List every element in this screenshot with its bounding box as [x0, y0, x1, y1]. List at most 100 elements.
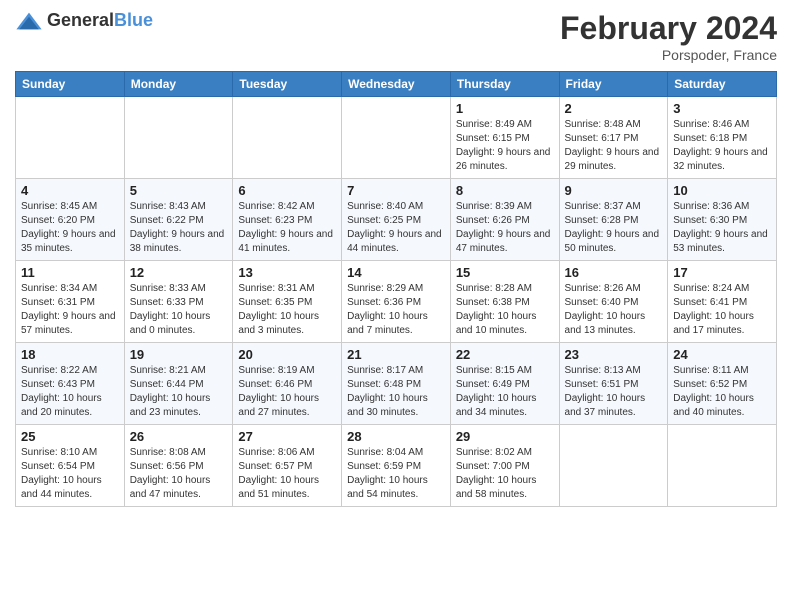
calendar-cell: 20 Sunrise: 8:19 AM Sunset: 6:46 PM Dayli…	[233, 343, 342, 425]
calendar-cell: 4 Sunrise: 8:45 AM Sunset: 6:20 PM Daylig…	[16, 179, 125, 261]
logo-text: GeneralBlue	[47, 10, 153, 31]
day-number: 27	[238, 429, 336, 444]
logo: GeneralBlue	[15, 10, 153, 31]
day-info: Sunrise: 8:36 AM Sunset: 6:30 PM Dayligh…	[673, 200, 771, 256]
calendar-cell: 6 Sunrise: 8:42 AM Sunset: 6:23 PM Daylig…	[233, 179, 342, 261]
day-number: 18	[21, 347, 119, 362]
day-number: 14	[347, 265, 445, 280]
day-info: Sunrise: 8:04 AM Sunset: 6:59 PM Dayligh…	[347, 446, 445, 502]
day-info: Sunrise: 8:48 AM Sunset: 6:17 PM Dayligh…	[565, 118, 663, 174]
day-number: 6	[238, 183, 336, 198]
header-day-friday: Friday	[559, 72, 668, 97]
day-info: Sunrise: 8:19 AM Sunset: 6:46 PM Dayligh…	[238, 364, 336, 420]
calendar-cell: 25 Sunrise: 8:10 AM Sunset: 6:54 PM Dayli…	[16, 425, 125, 507]
header: GeneralBlue February 2024 Porspoder, Fra…	[15, 10, 777, 63]
day-info: Sunrise: 8:33 AM Sunset: 6:33 PM Dayligh…	[130, 282, 228, 338]
calendar-cell: 13Sunrise: 8:31 AM Sunset: 6:35 PM Dayli…	[233, 261, 342, 343]
logo-icon	[15, 11, 43, 31]
day-info: Sunrise: 8:13 AM Sunset: 6:51 PM Dayligh…	[565, 364, 663, 420]
calendar-table: SundayMondayTuesdayWednesdayThursdayFrid…	[15, 71, 777, 507]
calendar-cell: 12Sunrise: 8:33 AM Sunset: 6:33 PM Dayli…	[124, 261, 233, 343]
day-number: 11	[21, 265, 119, 280]
day-number: 16	[565, 265, 663, 280]
day-info: Sunrise: 8:10 AM Sunset: 6:54 PM Dayligh…	[21, 446, 119, 502]
calendar-cell: 16 Sunrise: 8:26 AM Sunset: 6:40 PM Dayli…	[559, 261, 668, 343]
calendar-subtitle: Porspoder, France	[560, 47, 777, 63]
calendar-header: SundayMondayTuesdayWednesdayThursdayFrid…	[16, 72, 777, 97]
calendar-cell: 9 Sunrise: 8:37 AM Sunset: 6:28 PM Daylig…	[559, 179, 668, 261]
calendar-cell: 21 Sunrise: 8:17 AM Sunset: 6:48 PM Dayli…	[342, 343, 451, 425]
day-number: 8	[456, 183, 554, 198]
calendar-cell: 29 Sunrise: 8:02 AM Sunset: 7:00 PM Dayli…	[450, 425, 559, 507]
calendar-cell: 14 Sunrise: 8:29 AM Sunset: 6:36 PM Dayli…	[342, 261, 451, 343]
calendar-title: February 2024	[560, 10, 777, 47]
day-number: 22	[456, 347, 554, 362]
title-area: February 2024 Porspoder, France	[560, 10, 777, 63]
day-number: 23	[565, 347, 663, 362]
day-info: Sunrise: 8:42 AM Sunset: 6:23 PM Dayligh…	[238, 200, 336, 256]
day-info: Sunrise: 8:22 AM Sunset: 6:43 PM Dayligh…	[21, 364, 119, 420]
day-info: Sunrise: 8:06 AM Sunset: 6:57 PM Dayligh…	[238, 446, 336, 502]
day-info: Sunrise: 8:37 AM Sunset: 6:28 PM Dayligh…	[565, 200, 663, 256]
day-number: 20	[238, 347, 336, 362]
calendar-cell: 24Sunrise: 8:11 AM Sunset: 6:52 PM Dayli…	[668, 343, 777, 425]
day-number: 4	[21, 183, 119, 198]
day-number: 2	[565, 101, 663, 116]
calendar-cell: 3Sunrise: 8:46 AM Sunset: 6:18 PM Daylig…	[668, 97, 777, 179]
day-info: Sunrise: 8:24 AM Sunset: 6:41 PM Dayligh…	[673, 282, 771, 338]
calendar-cell: 18 Sunrise: 8:22 AM Sunset: 6:43 PM Dayli…	[16, 343, 125, 425]
day-number: 19	[130, 347, 228, 362]
header-day-monday: Monday	[124, 72, 233, 97]
day-info: Sunrise: 8:29 AM Sunset: 6:36 PM Dayligh…	[347, 282, 445, 338]
calendar-cell: 23 Sunrise: 8:13 AM Sunset: 6:51 PM Dayli…	[559, 343, 668, 425]
day-info: Sunrise: 8:45 AM Sunset: 6:20 PM Dayligh…	[21, 200, 119, 256]
logo-general: General	[47, 10, 114, 30]
day-number: 25	[21, 429, 119, 444]
calendar-cell	[342, 97, 451, 179]
calendar-cell: 26 Sunrise: 8:08 AM Sunset: 6:56 PM Dayli…	[124, 425, 233, 507]
day-number: 29	[456, 429, 554, 444]
calendar-cell: 11 Sunrise: 8:34 AM Sunset: 6:31 PM Dayli…	[16, 261, 125, 343]
day-info: Sunrise: 8:46 AM Sunset: 6:18 PM Dayligh…	[673, 118, 771, 174]
calendar-cell: 27 Sunrise: 8:06 AM Sunset: 6:57 PM Dayli…	[233, 425, 342, 507]
calendar-cell: 7 Sunrise: 8:40 AM Sunset: 6:25 PM Daylig…	[342, 179, 451, 261]
header-day-sunday: Sunday	[16, 72, 125, 97]
calendar-cell	[559, 425, 668, 507]
day-info: Sunrise: 8:34 AM Sunset: 6:31 PM Dayligh…	[21, 282, 119, 338]
header-day-thursday: Thursday	[450, 72, 559, 97]
day-info: Sunrise: 8:02 AM Sunset: 7:00 PM Dayligh…	[456, 446, 554, 502]
day-info: Sunrise: 8:17 AM Sunset: 6:48 PM Dayligh…	[347, 364, 445, 420]
day-number: 17	[673, 265, 771, 280]
calendar-cell: 8 Sunrise: 8:39 AM Sunset: 6:26 PM Daylig…	[450, 179, 559, 261]
day-number: 26	[130, 429, 228, 444]
day-info: Sunrise: 8:40 AM Sunset: 6:25 PM Dayligh…	[347, 200, 445, 256]
day-number: 28	[347, 429, 445, 444]
header-day-tuesday: Tuesday	[233, 72, 342, 97]
day-number: 9	[565, 183, 663, 198]
calendar-cell: 15 Sunrise: 8:28 AM Sunset: 6:38 PM Dayli…	[450, 261, 559, 343]
day-info: Sunrise: 8:39 AM Sunset: 6:26 PM Dayligh…	[456, 200, 554, 256]
calendar-cell: 2 Sunrise: 8:48 AM Sunset: 6:17 PM Daylig…	[559, 97, 668, 179]
day-number: 7	[347, 183, 445, 198]
header-day-wednesday: Wednesday	[342, 72, 451, 97]
day-info: Sunrise: 8:08 AM Sunset: 6:56 PM Dayligh…	[130, 446, 228, 502]
week-row-4: 25 Sunrise: 8:10 AM Sunset: 6:54 PM Dayli…	[16, 425, 777, 507]
day-number: 5	[130, 183, 228, 198]
header-row: SundayMondayTuesdayWednesdayThursdayFrid…	[16, 72, 777, 97]
calendar-cell: 17 Sunrise: 8:24 AM Sunset: 6:41 PM Dayli…	[668, 261, 777, 343]
day-info: Sunrise: 8:15 AM Sunset: 6:49 PM Dayligh…	[456, 364, 554, 420]
week-row-1: 4 Sunrise: 8:45 AM Sunset: 6:20 PM Daylig…	[16, 179, 777, 261]
day-number: 15	[456, 265, 554, 280]
day-number: 21	[347, 347, 445, 362]
calendar-cell: 22 Sunrise: 8:15 AM Sunset: 6:49 PM Dayli…	[450, 343, 559, 425]
day-info: Sunrise: 8:28 AM Sunset: 6:38 PM Dayligh…	[456, 282, 554, 338]
day-number: 10	[673, 183, 771, 198]
calendar-cell: 19Sunrise: 8:21 AM Sunset: 6:44 PM Dayli…	[124, 343, 233, 425]
calendar-cell: 10 Sunrise: 8:36 AM Sunset: 6:30 PM Dayli…	[668, 179, 777, 261]
week-row-0: 1Sunrise: 8:49 AM Sunset: 6:15 PM Daylig…	[16, 97, 777, 179]
calendar-cell	[668, 425, 777, 507]
calendar-cell	[124, 97, 233, 179]
day-info: Sunrise: 8:43 AM Sunset: 6:22 PM Dayligh…	[130, 200, 228, 256]
calendar-cell	[233, 97, 342, 179]
day-info: Sunrise: 8:26 AM Sunset: 6:40 PM Dayligh…	[565, 282, 663, 338]
